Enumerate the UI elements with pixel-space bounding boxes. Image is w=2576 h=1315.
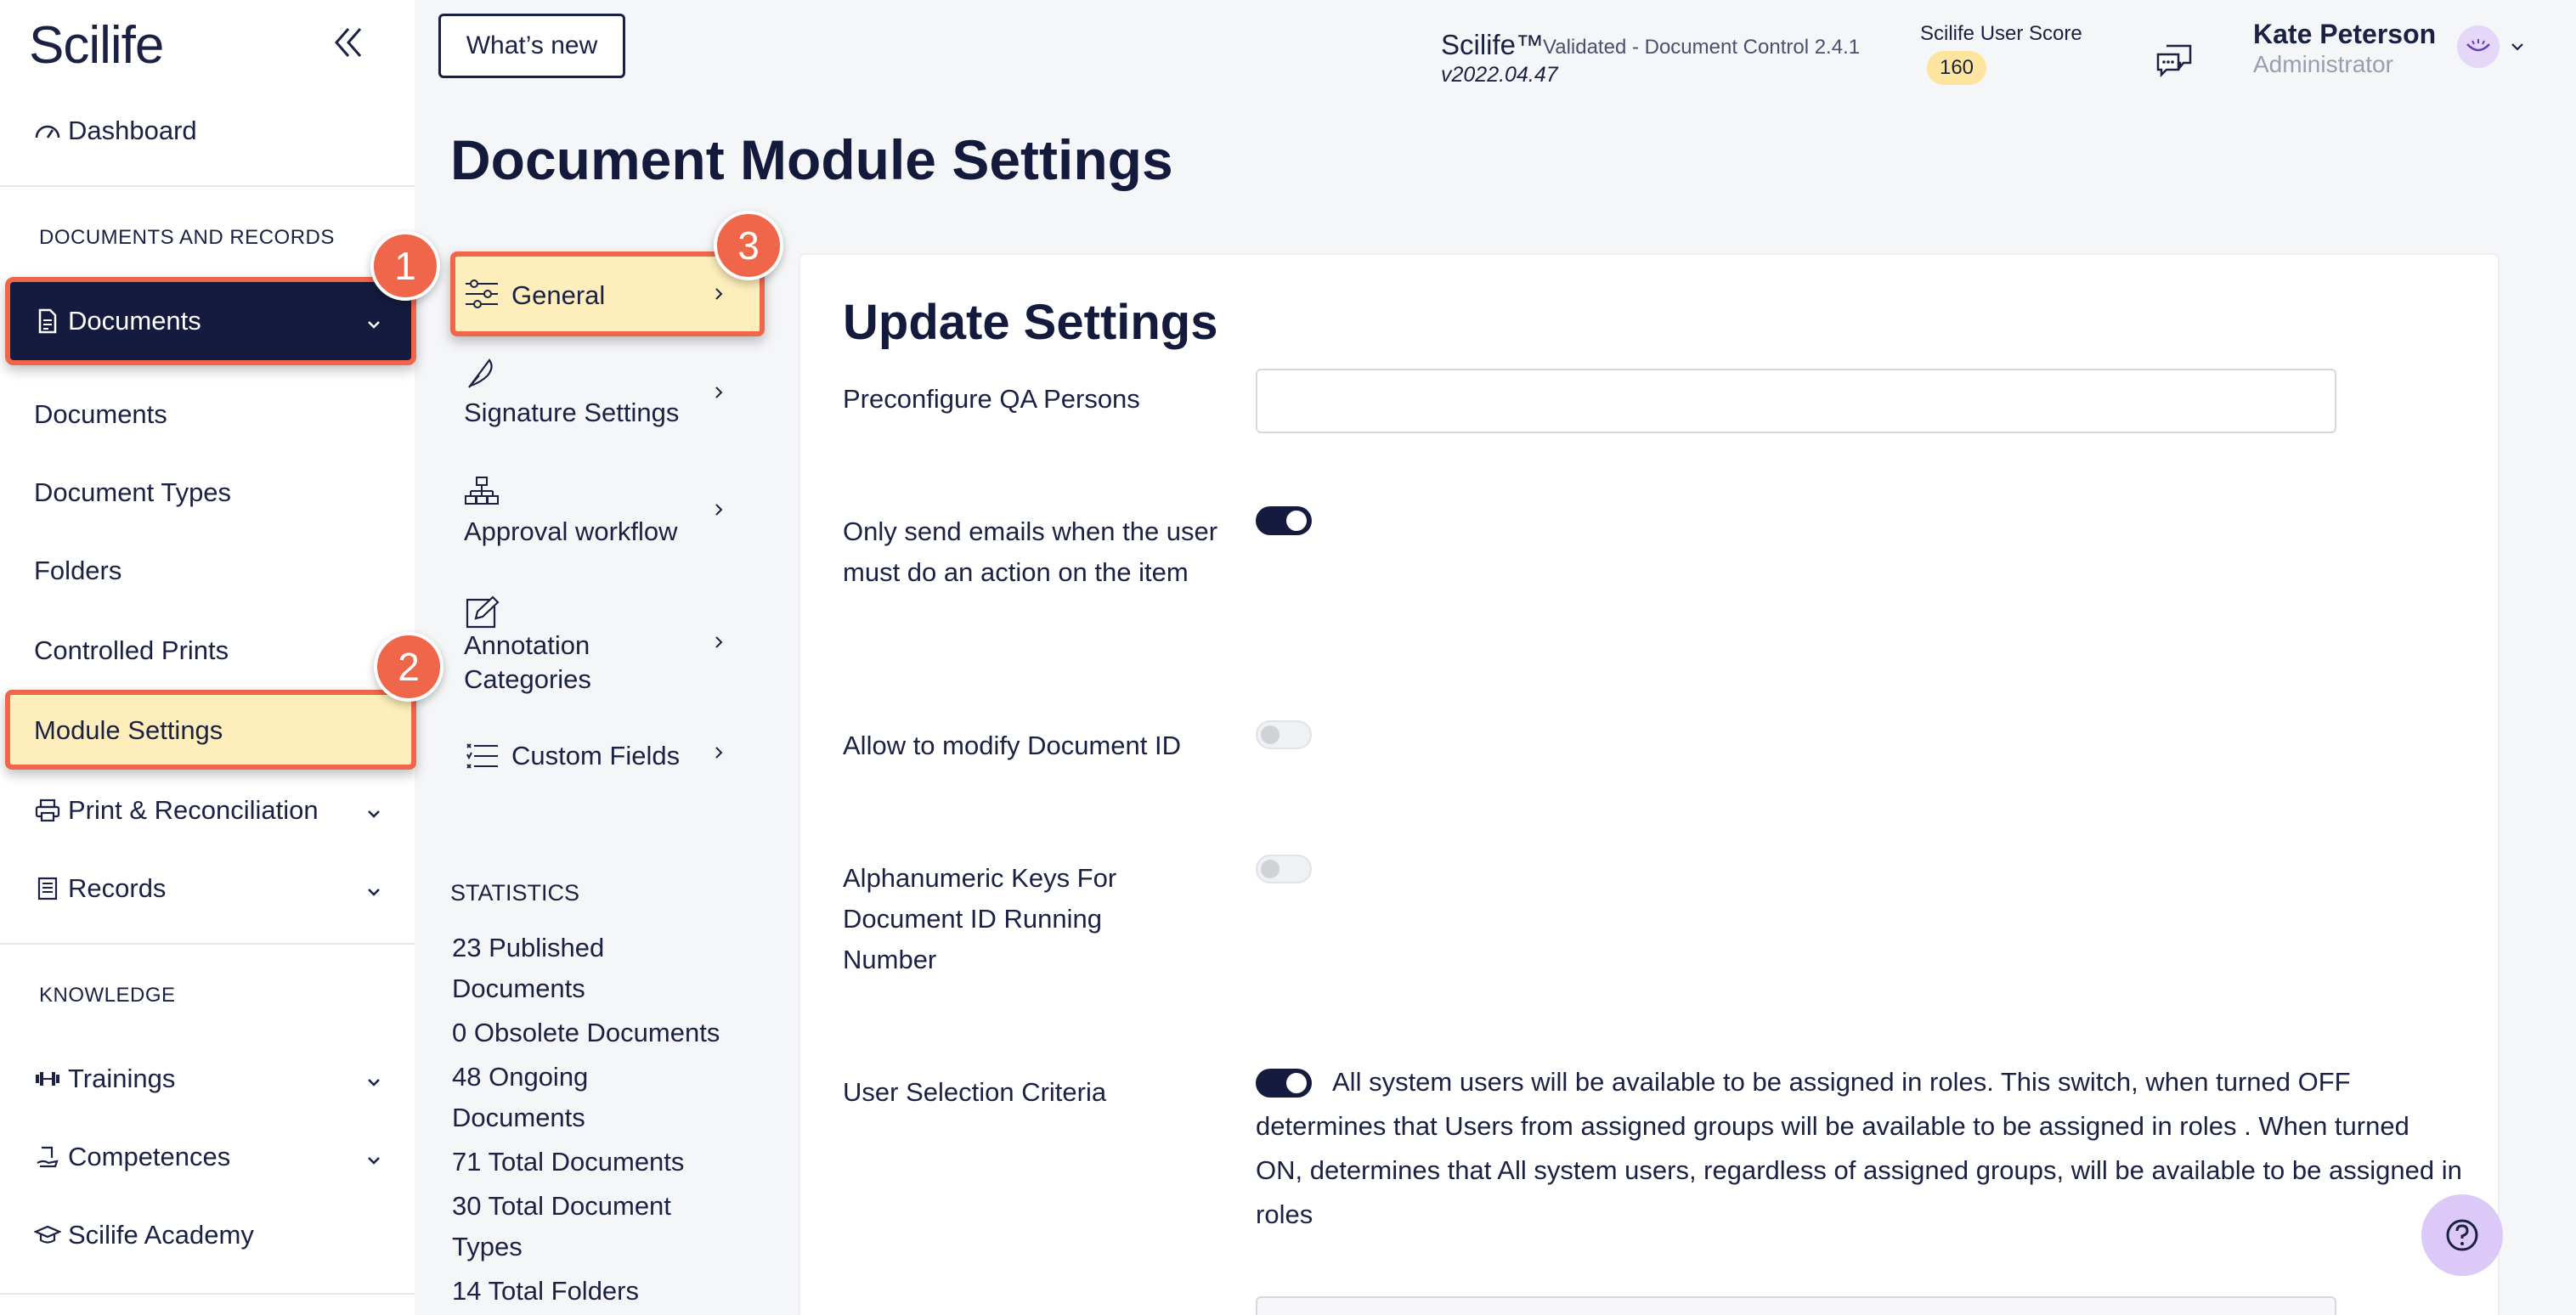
user-role: Administrator <box>2253 51 2393 77</box>
label-only-send-emails: Only send emails when the user must do a… <box>843 516 1218 587</box>
stat-ongoing: 48 Ongoing Documents <box>452 1062 589 1132</box>
sidebar-item-competences[interactable]: Competences <box>0 1138 415 1176</box>
question-icon <box>2446 1219 2478 1251</box>
user-name[interactable]: Kate Peterson <box>2253 19 2436 50</box>
qa-persons-input[interactable] <box>1256 369 2336 433</box>
tab-custom-fields[interactable]: Custom Fields <box>511 741 680 771</box>
sidebar-sub-controlled-prints[interactable]: Controlled Prints <box>34 635 229 666</box>
product-subtitle: Validated - Document Control 2.4.1 <box>1543 36 1861 59</box>
divider <box>0 943 415 945</box>
edit-note-icon <box>464 595 500 630</box>
section-label-knowledge: KNOWLEDGE <box>39 984 176 1007</box>
chevron-right-icon <box>710 501 727 518</box>
statistics-heading: STATISTICS <box>450 880 580 906</box>
feather-pen-icon <box>464 355 498 391</box>
sidebar-item-label: Competences <box>68 1142 231 1171</box>
label-modify-document-id: Allow to modify Document ID <box>843 731 1181 760</box>
sidebar-item-records[interactable]: Records <box>0 870 415 907</box>
product-name: Scilife™ <box>1441 29 1545 60</box>
sidebar-sub-document-types[interactable]: Document Types <box>34 477 231 508</box>
scilife-logo: Scilife <box>29 16 164 75</box>
stat-total-document-types: 30 Total Document Types <box>452 1191 671 1261</box>
whats-new-button[interactable]: What’s new <box>438 14 625 78</box>
printer-icon <box>31 795 65 826</box>
tab-annotation-categories[interactable]: Annotation Categories <box>464 629 634 697</box>
sidebar-sub-folders[interactable]: Folders <box>34 556 121 586</box>
document-icon <box>31 306 65 336</box>
stat-total-documents: 71 Total Documents <box>452 1147 685 1177</box>
user-selection-description: All system users will be available to be… <box>1256 1067 2462 1229</box>
panel-title: Update Settings <box>843 295 1218 350</box>
records-icon <box>31 873 65 904</box>
stat-total-folders: 14 Total Folders <box>452 1276 639 1306</box>
label-qa-persons: Preconfigure QA Persons <box>843 384 1140 414</box>
callout-badge-3: 3 <box>714 211 783 280</box>
sidebar-item-label: Records <box>68 873 167 903</box>
avatar[interactable] <box>2457 25 2500 68</box>
modify-id-toggle[interactable] <box>1256 720 1312 749</box>
sidebar-item-label: Print & Reconciliation <box>68 795 319 825</box>
tab-general-label[interactable]: General <box>511 280 605 311</box>
sliders-icon <box>464 279 500 309</box>
chevron-down-icon <box>364 800 384 821</box>
divider <box>0 185 415 187</box>
sidebar-item-label: Dashboard <box>68 116 197 145</box>
sidebar-item-scilife-academy[interactable]: Scilife Academy <box>0 1216 415 1254</box>
alphanumeric-keys-toggle[interactable] <box>1256 855 1312 883</box>
graduation-cap-icon <box>31 1220 65 1250</box>
sidebar-sub-documents[interactable]: Documents <box>34 399 167 430</box>
list-fields-icon <box>464 741 500 771</box>
divider <box>0 1293 415 1295</box>
collapse-sidebar-icon[interactable] <box>330 24 367 61</box>
sidebar-item-label: Trainings <box>68 1064 176 1093</box>
sidebar-item-label: Scilife Academy <box>68 1220 254 1250</box>
chevron-right-icon <box>710 744 727 761</box>
stat-published: 23 Published Documents <box>452 933 605 1003</box>
label-alphanumeric-keys: Alphanumeric Keys For Document ID Runnin… <box>843 863 1117 974</box>
chevron-down-icon <box>364 878 384 899</box>
toggle-knob <box>1261 725 1280 744</box>
callout-badge-1: 1 <box>370 231 440 301</box>
toggle-knob <box>1261 860 1280 878</box>
sidebar-item-dashboard[interactable]: Dashboard <box>0 112 415 150</box>
tab-signature-settings[interactable]: Signature Settings <box>464 398 679 428</box>
sidebar: Scilife Dashboard DOCUMENTS AND RECORDS … <box>0 0 443 1315</box>
workflow-icon <box>464 476 500 510</box>
chevron-down-icon <box>364 1069 384 1089</box>
chat-icon[interactable] <box>2155 39 2195 80</box>
partial-input-field[interactable] <box>1256 1296 2336 1315</box>
sidebar-sub-module-settings-label[interactable]: Module Settings <box>34 715 223 746</box>
help-button[interactable] <box>2421 1194 2503 1276</box>
chevron-down-icon <box>364 311 384 331</box>
gauge-icon <box>31 116 65 146</box>
section-label-documents: DOCUMENTS AND RECORDS <box>39 226 335 249</box>
product-version: v2022.04.47 <box>1441 63 1558 87</box>
chevron-right-icon <box>710 384 727 401</box>
tab-approval-workflow[interactable]: Approval workflow <box>464 516 678 547</box>
dumbbell-icon <box>31 1064 65 1094</box>
chevron-down-icon <box>364 1147 384 1167</box>
sidebar-item-trainings[interactable]: Trainings <box>0 1060 415 1098</box>
chevron-right-icon <box>710 634 727 651</box>
certificate-hand-icon <box>31 1142 65 1172</box>
toggle-knob <box>1286 511 1307 531</box>
chevron-down-icon[interactable] <box>2508 37 2527 56</box>
user-score-badge: 160 <box>1927 51 1986 85</box>
sidebar-item-label: Documents <box>68 306 201 336</box>
user-score-label: Scilife User Score <box>1920 22 2082 45</box>
emails-toggle[interactable] <box>1256 506 1312 535</box>
callout-badge-2: 2 <box>374 632 443 702</box>
sidebar-item-print-reconciliation[interactable]: Print & Reconciliation <box>0 792 415 829</box>
stat-obsolete: 0 Obsolete Documents <box>452 1018 720 1047</box>
sidebar-item-documents-label-row[interactable]: Documents <box>0 302 415 340</box>
label-user-selection-criteria: User Selection Criteria <box>843 1077 1107 1107</box>
page-title: Document Module Settings <box>450 128 1173 191</box>
chevron-right-icon <box>710 285 727 302</box>
